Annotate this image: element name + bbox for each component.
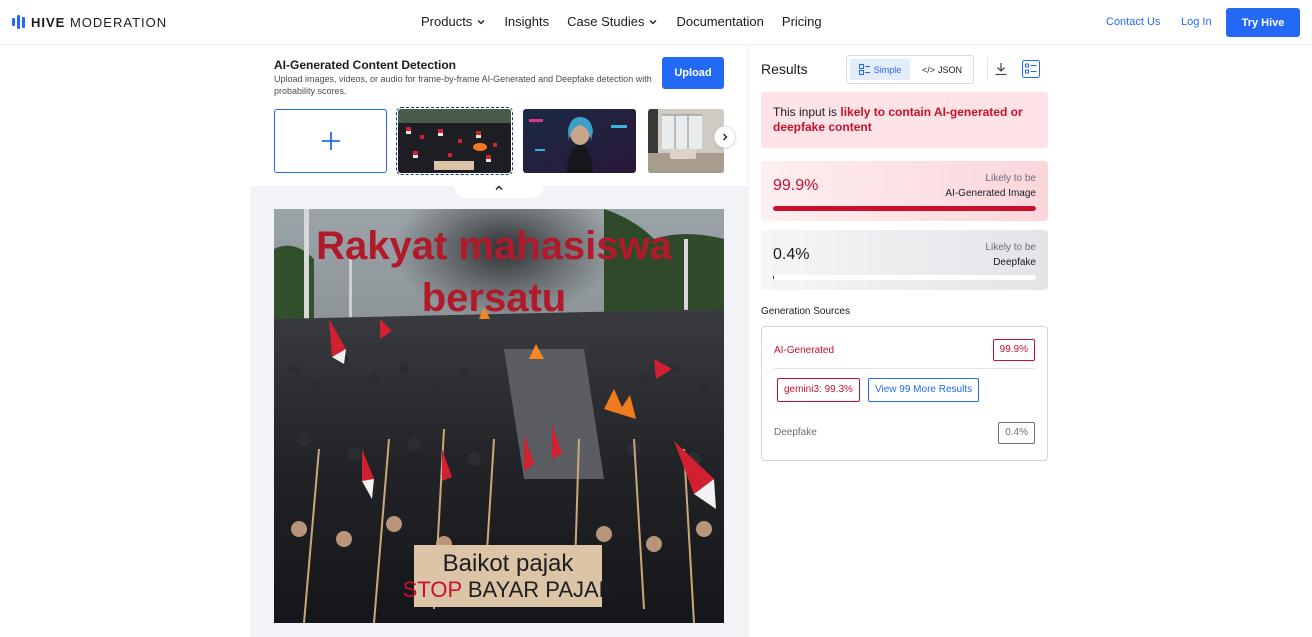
ai-score-bar-fill xyxy=(773,206,1036,211)
view-mode-toggle: Simple </> JSON xyxy=(846,55,974,84)
sample-thumbnail-cyber-portrait[interactable] xyxy=(523,109,636,173)
chevron-down-icon xyxy=(477,19,485,24)
detector-title: AI-Generated Content Detection xyxy=(274,58,457,72)
hive-moderation-logo[interactable]: HIVE MODERATION xyxy=(12,14,167,30)
logo-text-bold: HIVE xyxy=(31,14,66,30)
generation-sources-title: Generation Sources xyxy=(761,306,850,317)
simple-view-tab[interactable]: Simple xyxy=(850,59,910,80)
toolbar-separator xyxy=(987,57,988,81)
download-icon[interactable] xyxy=(994,62,1008,76)
gen-deepfake-score-badge: 0.4% xyxy=(998,422,1035,444)
deepfake-score-value: 0.4% xyxy=(773,246,810,263)
detection-alert: This input is likely to contain AI-gener… xyxy=(761,92,1048,148)
gen-source-badge: gemini3: 99.3% xyxy=(777,378,860,402)
chevron-up-icon xyxy=(495,185,503,190)
banner-line-1: Baikot pajak xyxy=(443,550,575,577)
protest-crowd-image: Rakyat mahasiswa bersatu Baikot pajak ST… xyxy=(274,209,724,623)
nav-case-studies[interactable]: Case Studies xyxy=(567,14,658,29)
list-view-icon xyxy=(858,64,870,75)
chevron-right-icon xyxy=(723,133,728,141)
contact-us-link[interactable]: Contact Us xyxy=(1106,16,1160,28)
carousel-next-button[interactable] xyxy=(714,126,736,148)
nav-insights[interactable]: Insights xyxy=(504,14,549,29)
nav-products-label: Products xyxy=(421,14,473,29)
analyzed-image: Rakyat mahasiswa bersatu Baikot pajak ST… xyxy=(274,209,724,623)
cyber-portrait-thumbnail-image xyxy=(523,109,636,173)
try-hive-button[interactable]: Try Hive xyxy=(1226,8,1300,37)
chevron-down-icon xyxy=(649,19,657,24)
ai-generated-score-card: 99.9% Likely to be AI-Generated Image xyxy=(761,161,1048,221)
nav-insights-label: Insights xyxy=(504,14,550,29)
interior-thumbnail-image xyxy=(648,109,724,173)
gen-deepfake-label: Deepfake xyxy=(774,427,817,438)
image-headline-line-1: Rakyat mahasiswa xyxy=(316,224,673,268)
deepfake-score-label-1: Likely to be xyxy=(985,242,1036,253)
nav-documentation-label: Documentation xyxy=(676,14,764,29)
deepfake-score-card: 0.4% Likely to be Deepfake xyxy=(761,230,1048,290)
sample-thumbnail-interior[interactable] xyxy=(648,109,724,173)
plus-icon xyxy=(321,132,340,150)
top-navigation-bar: HIVE MODERATION Products Insights Case S… xyxy=(0,0,1312,45)
deepfake-score-bar-fill xyxy=(773,275,775,280)
report-list-icon[interactable] xyxy=(1022,60,1040,78)
image-headline-line-2: bersatu xyxy=(422,276,567,320)
nav-pricing-label: Pricing xyxy=(781,14,822,29)
banner-stop-text: STOP xyxy=(403,577,462,602)
gen-divider xyxy=(774,368,1035,369)
nav-pricing[interactable]: Pricing xyxy=(782,14,822,29)
log-in-link[interactable]: Log In xyxy=(1181,16,1212,28)
hive-logo-icon xyxy=(12,15,25,29)
results-title: Results xyxy=(761,61,808,77)
generation-sources-box: AI-Generated 99.9% gemini3: 99.3% View 9… xyxy=(761,326,1048,461)
ai-score-bar xyxy=(773,206,1036,211)
ai-score-value: 99.9% xyxy=(773,177,819,194)
nav-products[interactable]: Products xyxy=(421,14,486,29)
code-icon: </> xyxy=(921,64,935,75)
json-view-tab[interactable]: </> JSON xyxy=(913,59,971,80)
gen-ai-label: AI-Generated xyxy=(774,345,835,356)
upload-button[interactable]: Upload xyxy=(662,57,724,89)
protest-thumbnail-image xyxy=(398,109,511,173)
banner-bayar-pajak-text: BAYAR PAJAK xyxy=(468,577,614,602)
sample-thumbnail-protest[interactable] xyxy=(396,107,513,175)
simple-view-label: Simple xyxy=(873,64,902,75)
svg-text:STOP BAYAR PAJAK: STOP BAYAR PAJAK xyxy=(403,577,614,602)
collapse-thumbnails-button[interactable] xyxy=(455,178,543,198)
add-media-button[interactable] xyxy=(274,109,387,173)
nav-case-studies-label: Case Studies xyxy=(567,14,645,29)
gen-ai-score-badge: 99.9% xyxy=(992,339,1035,361)
deepfake-score-label-2: Deepfake xyxy=(993,257,1036,268)
nav-documentation[interactable]: Documentation xyxy=(676,14,763,29)
alert-prefix-text: This input is xyxy=(773,105,841,119)
deepfake-score-bar xyxy=(773,275,1036,280)
logo-text-light: MODERATION xyxy=(69,14,168,30)
panel-divider xyxy=(748,45,749,637)
json-view-label: JSON xyxy=(938,64,963,75)
ai-score-label-2: AI-Generated Image xyxy=(945,188,1036,199)
ai-score-label-1: Likely to be xyxy=(985,173,1036,184)
main-nav: Products Insights Case Studies Documenta… xyxy=(421,14,822,29)
view-more-results-button[interactable]: View 99 More Results xyxy=(868,378,980,402)
detector-description: Upload images, videos, or audio for fram… xyxy=(274,74,652,96)
